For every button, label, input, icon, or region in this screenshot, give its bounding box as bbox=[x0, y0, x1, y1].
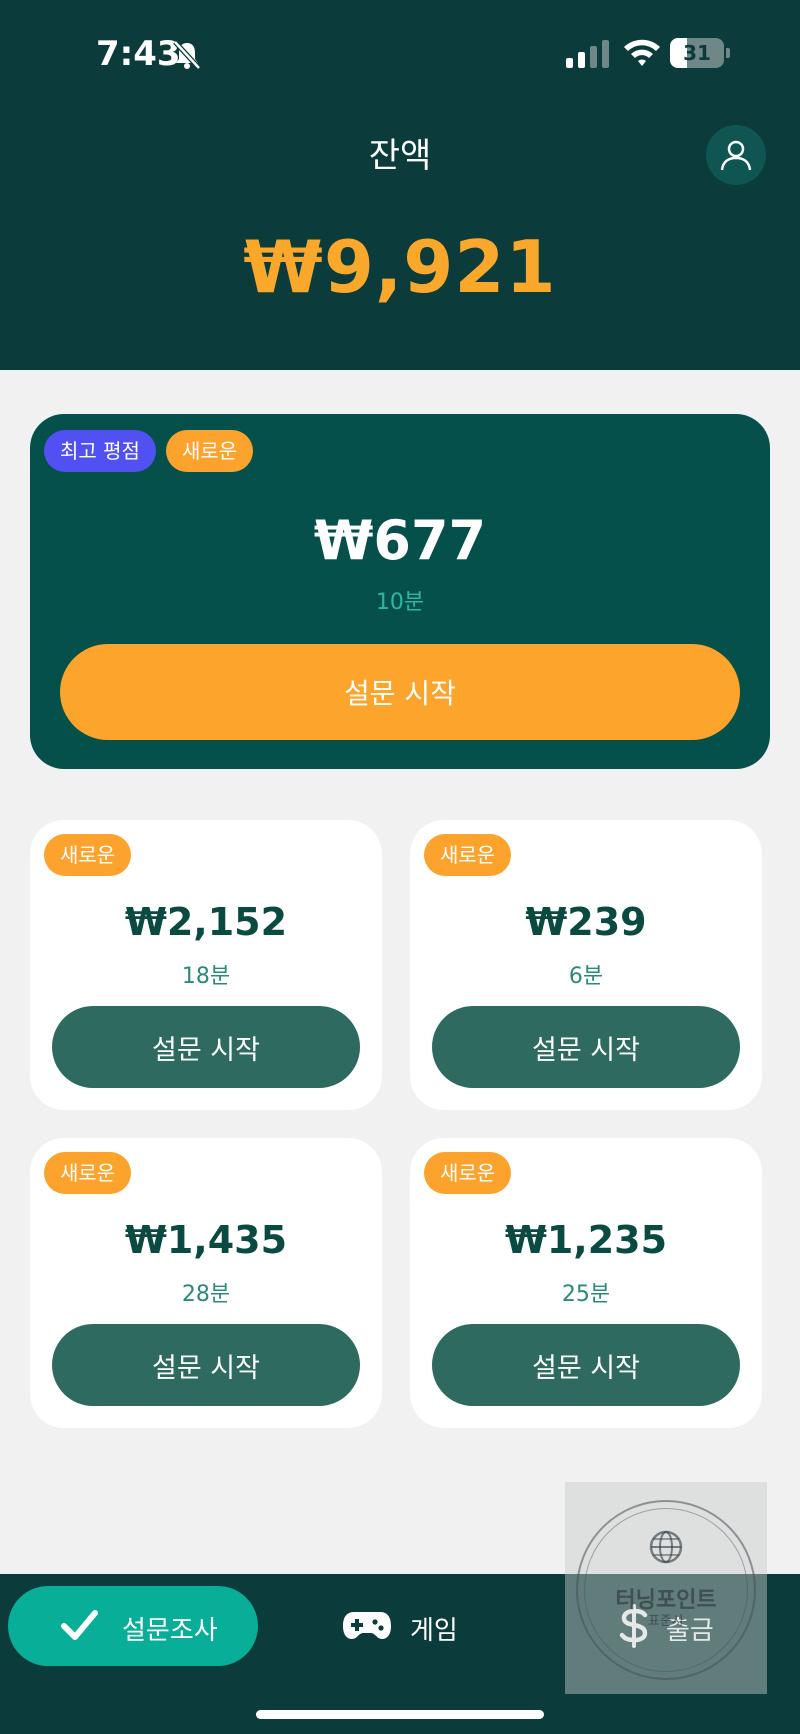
watermark-subtitle: 표준사 bbox=[648, 1614, 684, 1629]
bell-slash-icon bbox=[173, 40, 201, 70]
start-survey-button[interactable]: 설문 시작 bbox=[60, 644, 740, 740]
gamepad-icon bbox=[343, 1612, 391, 1639]
profile-button[interactable] bbox=[706, 125, 766, 185]
start-survey-button[interactable]: 설문 시작 bbox=[52, 1006, 360, 1088]
wifi-icon bbox=[624, 39, 660, 66]
survey-duration: 10분 bbox=[375, 590, 425, 615]
battery-icon: 31 bbox=[670, 38, 730, 68]
start-survey-button[interactable]: 설문 시작 bbox=[52, 1324, 360, 1406]
start-survey-button[interactable]: 설문 시작 bbox=[432, 1006, 740, 1088]
status-time: 7:43 bbox=[96, 34, 181, 74]
survey-card: 새로운 ₩1,435 28분 설문 시작 bbox=[30, 1138, 382, 1428]
balance-amount: ₩9,921 bbox=[243, 225, 557, 309]
survey-duration: 28분 bbox=[181, 1282, 231, 1307]
nav-surveys[interactable]: 설문조사 bbox=[8, 1586, 258, 1666]
user-icon bbox=[720, 140, 752, 171]
survey-reward: ₩1,435 bbox=[124, 1218, 288, 1262]
nav-games[interactable]: 게임 bbox=[330, 1586, 490, 1666]
survey-reward: ₩1,235 bbox=[504, 1218, 668, 1262]
survey-duration: 6분 bbox=[568, 964, 604, 989]
nav-games-label: 게임 bbox=[410, 1616, 458, 1646]
home-indicator bbox=[256, 1710, 544, 1719]
battery-level: 31 bbox=[683, 41, 711, 65]
featured-survey-card: 최고 평점 새로운 ₩677 10분 설문 시작 bbox=[30, 414, 770, 769]
nav-surveys-label: 설문조사 bbox=[122, 1616, 218, 1646]
signal-icon bbox=[566, 40, 609, 68]
balance-label: 잔액 bbox=[368, 136, 432, 176]
survey-reward: ₩2,152 bbox=[124, 900, 288, 944]
top-rated-badge: 최고 평점 bbox=[44, 430, 156, 472]
watermark-stamp: 터닝포인트 표준사 bbox=[565, 1482, 767, 1694]
survey-reward: ₩239 bbox=[525, 900, 647, 944]
new-badge: 새로운 bbox=[166, 430, 254, 472]
survey-reward: ₩677 bbox=[313, 509, 487, 572]
survey-duration: 18분 bbox=[181, 964, 231, 989]
header: 7:43 31 잔액 ₩9,921 bbox=[0, 0, 800, 370]
survey-card: 새로운 ₩2,152 18분 설문 시작 bbox=[30, 820, 382, 1110]
new-badge: 새로운 bbox=[44, 1152, 132, 1194]
check-icon bbox=[61, 1610, 98, 1640]
globe-icon bbox=[649, 1530, 683, 1564]
new-badge: 새로운 bbox=[424, 1152, 512, 1194]
new-badge: 새로운 bbox=[44, 834, 132, 876]
status-bar: 7:43 31 bbox=[0, 0, 800, 110]
new-badge: 새로운 bbox=[424, 834, 512, 876]
start-survey-button[interactable]: 설문 시작 bbox=[432, 1324, 740, 1406]
survey-duration: 25분 bbox=[561, 1282, 611, 1307]
survey-card: 새로운 ₩1,235 25분 설문 시작 bbox=[410, 1138, 762, 1428]
survey-card: 새로운 ₩239 6분 설문 시작 bbox=[410, 820, 762, 1110]
